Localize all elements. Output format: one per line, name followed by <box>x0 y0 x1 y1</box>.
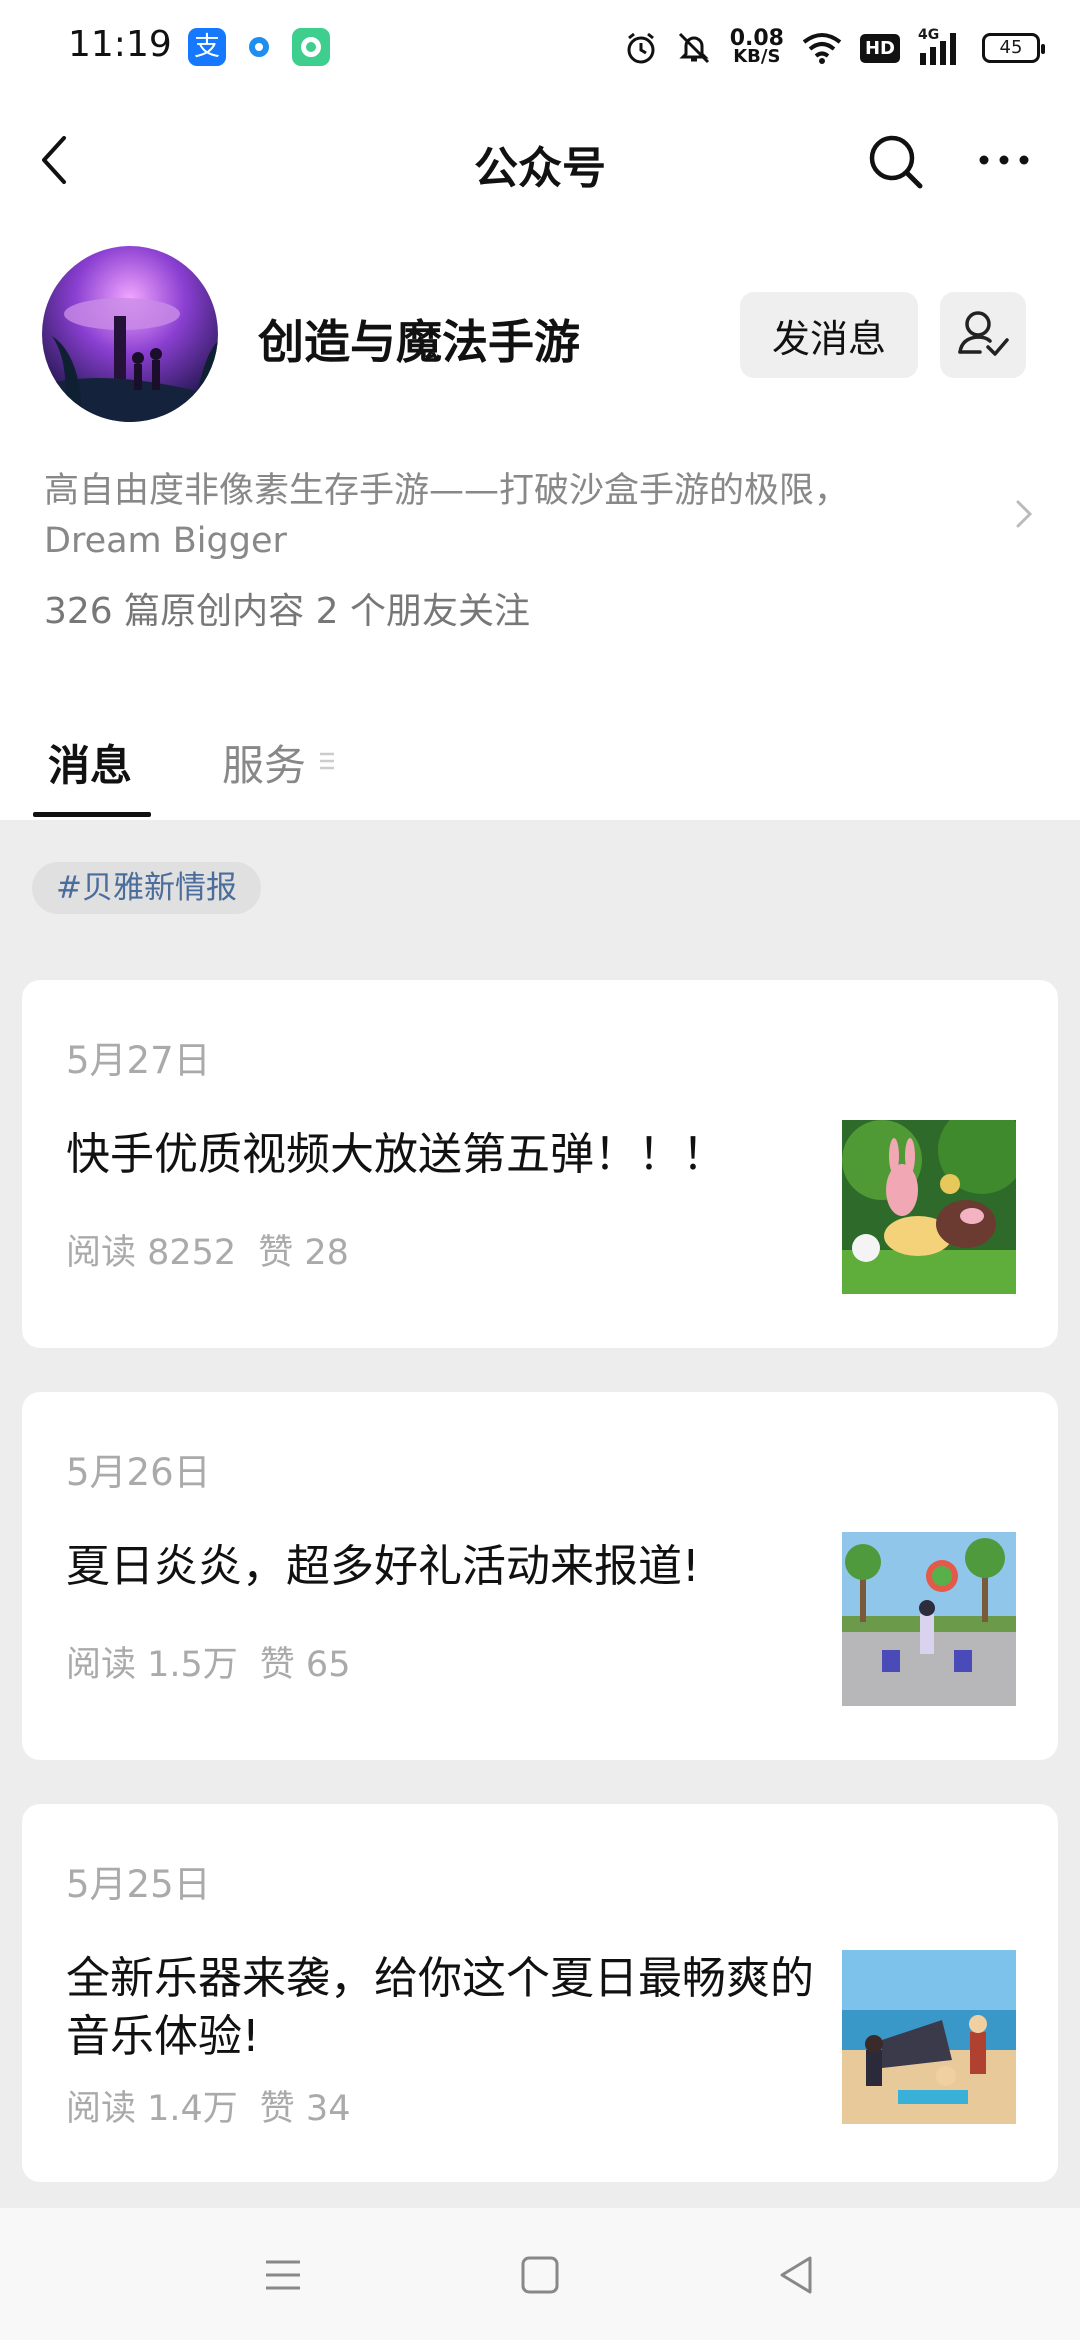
send-message-button[interactable]: 发消息 <box>740 292 918 378</box>
like-count: 赞 65 <box>259 1645 351 1685</box>
follow-settings-button[interactable] <box>940 292 1026 378</box>
wifi-icon <box>802 33 842 64</box>
like-count: 赞 34 <box>259 2089 351 2129</box>
services-menu-icon[interactable] <box>318 750 336 772</box>
battery-indicator: 45 <box>982 33 1045 63</box>
description-line: Dream Bigger <box>44 521 287 561</box>
app-notification-icon <box>240 28 278 66</box>
alarm-icon <box>627 32 655 64</box>
article-card[interactable]: 5月27日 快手优质视频大放送第五弹！！！ 阅读 8252 赞 28 <box>22 980 1058 1348</box>
user-check-icon <box>958 311 1009 356</box>
article-meta: 阅读 1.5万赞 65 <box>66 1636 350 1687</box>
like-count: 赞 28 <box>258 1233 349 1273</box>
description-line: 高自由度非像素生存手游——打破沙盒手游的极限， <box>44 471 850 511</box>
chevron-right-icon[interactable] <box>1010 496 1036 532</box>
account-avatar[interactable] <box>42 246 218 422</box>
app-green-icon <box>292 28 330 66</box>
article-card[interactable]: 5月26日 夏日炎炎，超多好礼活动来报道! 阅读 1.5万赞 65 <box>22 1392 1058 1760</box>
account-stats[interactable]: 326 篇原创内容 2 个朋友关注 <box>44 582 530 634</box>
account-name: 创造与魔法手游 <box>258 315 580 369</box>
read-count: 阅读 1.4万 <box>66 2089 238 2129</box>
tab-services[interactable]: 服务 <box>222 732 306 793</box>
article-meta: 阅读 8252 赞 28 <box>66 1224 349 1275</box>
status-time: 11:19 <box>68 24 172 65</box>
menu-icon[interactable] <box>258 2250 308 2300</box>
article-thumbnail[interactable] <box>842 1950 1016 2124</box>
mute-icon <box>678 32 709 64</box>
article-title[interactable]: 全新乐器来袭，给你这个夏日最畅爽的音乐体验! <box>66 1950 826 2066</box>
signal-icon <box>920 33 956 65</box>
system-nav-bar <box>0 2208 1080 2340</box>
article-meta: 阅读 1.4万赞 34 <box>66 2080 350 2131</box>
read-count: 阅读 1.5万 <box>66 1645 238 1685</box>
article-card[interactable]: 5月25日 全新乐器来袭，给你这个夏日最畅爽的音乐体验! 阅读 1.4万赞 34 <box>22 1804 1058 2182</box>
back-triangle-icon[interactable] <box>772 2250 822 2300</box>
article-date: 5月25日 <box>66 1863 211 1906</box>
net-speed: 0.08 KB/S <box>729 26 784 67</box>
cell-signal: 4G <box>918 27 964 65</box>
account-description[interactable]: 高自由度非像素生存手游——打破沙盒手游的极限， Dream Bigger <box>44 466 944 566</box>
article-date: 5月26日 <box>66 1451 211 1494</box>
status-bar: 11:19 支 0.08 KB/S HD 4G 45 <box>0 0 1080 96</box>
home-icon[interactable] <box>515 2250 565 2300</box>
search-icon[interactable] <box>866 132 926 192</box>
tab-messages[interactable]: 消息 <box>48 732 132 793</box>
article-date: 5月27日 <box>66 1039 211 1082</box>
active-tab-indicator <box>33 812 151 817</box>
topic-tag[interactable]: #贝雅新情报 <box>32 862 261 914</box>
article-thumbnail[interactable] <box>842 1120 1016 1294</box>
hd-badge: HD <box>859 33 900 63</box>
read-count: 阅读 8252 <box>66 1233 237 1273</box>
article-title[interactable]: 快手优质视频大放送第五弹！！！ <box>66 1126 826 1184</box>
alipay-icon: 支 <box>188 28 226 66</box>
article-thumbnail[interactable] <box>842 1532 1016 1706</box>
more-icon[interactable] <box>974 140 1034 180</box>
article-title[interactable]: 夏日炎炎，超多好礼活动来报道! <box>66 1538 826 1596</box>
